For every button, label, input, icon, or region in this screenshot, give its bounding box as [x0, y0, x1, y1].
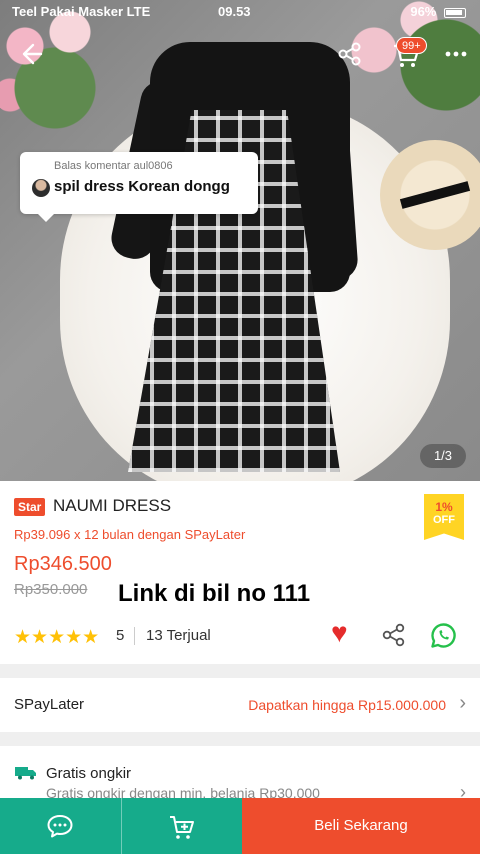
discount-percent: 1%: [435, 500, 453, 514]
spaylater-promo: Dapatkan hingga Rp15.000.000: [248, 697, 446, 713]
shipping-label: Gratis ongkir: [46, 765, 132, 782]
discount-badge: 1% OFF: [424, 494, 464, 540]
chat-icon: [47, 815, 73, 838]
share-icon: [382, 623, 405, 647]
cart-count-badge: 99+: [396, 37, 427, 54]
rating-value: 5: [116, 627, 125, 644]
whatsapp-icon: [431, 623, 456, 648]
product-image[interactable]: [0, 0, 480, 481]
sold-count: 13 Terjual: [146, 627, 211, 644]
decor-straw-hat: [380, 140, 480, 250]
original-price: Rp350.000: [14, 581, 88, 598]
star-rating-icons: ★★★★★: [14, 627, 100, 648]
product-info-card: Star NAUMI DRESS 1% OFF Rp39.096 x 12 bu…: [0, 481, 480, 664]
spaylater-row[interactable]: SPayLater Dapatkan hingga Rp15.000.000 ›: [0, 678, 480, 732]
share-button[interactable]: [381, 622, 407, 648]
star-seller-badge: Star: [14, 498, 46, 516]
bottom-action-bar: Beli Sekarang: [0, 798, 480, 854]
divider: [134, 627, 135, 645]
battery-icon: [444, 7, 466, 18]
carrier-label: Teel Pakai Masker LTE: [12, 4, 151, 19]
discount-off-label: OFF: [433, 514, 455, 526]
share-icon: [338, 42, 361, 66]
battery-indicator: 96%: [410, 4, 466, 19]
clock: 09.53: [218, 4, 251, 19]
reply-label: Balas komentar aul0806: [54, 160, 173, 172]
share-button-top[interactable]: [334, 40, 366, 72]
chat-button[interactable]: [0, 798, 121, 854]
favorite-heart-icon[interactable]: ♥: [331, 619, 348, 647]
buy-now-button[interactable]: Beli Sekarang: [242, 798, 480, 854]
product-price: Rp346.500: [14, 553, 112, 575]
add-to-cart-icon: [170, 816, 194, 839]
avatar: [32, 179, 50, 197]
spaylater-label: SPayLater: [14, 696, 85, 713]
reply-comment-bubble: Balas komentar aul0806 spil dress Korean…: [20, 152, 258, 222]
more-dots-icon: [445, 51, 467, 57]
add-to-cart-button[interactable]: [121, 798, 242, 854]
chevron-right-icon: ›: [459, 692, 466, 714]
product-title: NAUMI DRESS: [53, 496, 172, 515]
whatsapp-share-button[interactable]: [430, 622, 457, 649]
battery-percent: 96%: [410, 4, 437, 19]
arrow-left-icon: [22, 43, 43, 65]
installment-info[interactable]: Rp39.096 x 12 bulan dengan SPayLater: [14, 527, 245, 542]
shipping-row[interactable]: Gratis ongkir Gratis ongkir dengan min. …: [0, 746, 480, 806]
more-options-button[interactable]: [440, 40, 472, 72]
free-shipping-truck-icon: [15, 767, 36, 780]
status-bar: Teel Pakai Masker LTE 09.53 96%: [0, 0, 480, 24]
video-caption-overlay: Link di bil no 111: [118, 580, 311, 607]
back-button[interactable]: [14, 40, 46, 72]
comment-text: spil dress Korean dongg: [54, 178, 230, 195]
image-counter: 1/3: [420, 444, 466, 468]
